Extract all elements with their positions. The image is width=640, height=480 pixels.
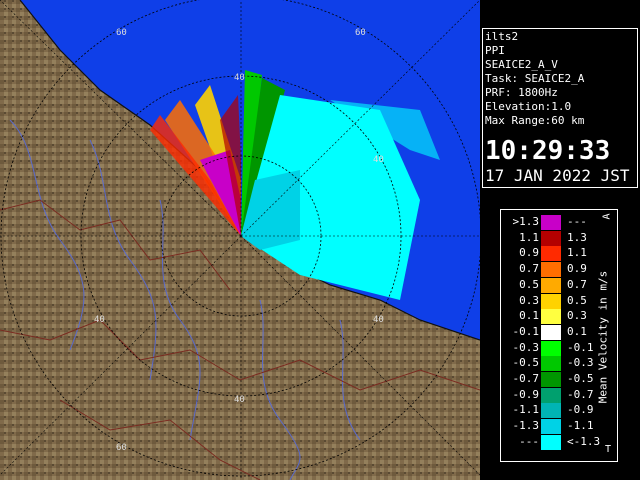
legend-color-swatch [541,434,561,450]
velocity-color-legend: A T Mean Velocity in m/s >1.3 --- 1.1 1.3 0.… [500,209,618,462]
legend-right-label: 0.7 [567,277,587,291]
range-label: 40 [234,73,245,83]
legend-left-label: 0.1 [519,309,539,323]
legend-color-swatch [541,293,561,309]
radar-ppi-display: 60 40 40 40 40 40 60 60 [0,0,480,480]
legend-left-label: -1.1 [512,403,540,417]
legend-left-label: 0.5 [519,277,539,291]
legend-color-swatch [541,277,561,293]
legend-left-label: -0.3 [512,340,540,354]
legend-left-label: --- [519,434,539,448]
legend-left-label: -0.9 [512,387,540,401]
legend-left-label: -1.3 [512,419,540,433]
legend-right-label: -0.3 [567,356,594,370]
range-label: 40 [234,395,245,405]
scan-time: 10:29:33 [485,136,611,166]
site-name: ilts2 [485,30,519,43]
legend-right-label: -0.9 [567,403,594,417]
legend-right-label: 1.3 [567,230,587,244]
legend-color-swatch [541,403,561,419]
legend-left-label: -0.5 [512,356,540,370]
legend-color-swatch [541,419,561,435]
legend-right-label: -0.1 [567,340,594,354]
legend-left-label: 0.7 [519,262,539,276]
legend-color-swatch [541,324,561,340]
legend-left-label: -0.7 [512,372,540,385]
legend-color-swatch [541,372,561,387]
legend-color-swatch [541,246,561,262]
max-range-value: Max Range:60 km [485,114,585,127]
legend-right-label: 0.1 [567,324,587,338]
range-label: 60 [116,28,127,38]
legend-right-label: <-1.3 [567,434,601,448]
elevation-value: Elevation:1.0 [485,100,572,113]
legend-unit-label: Mean Velocity in m/s [596,270,610,404]
legend-right-label: -1.1 [567,419,594,433]
legend-left-label: 0.9 [519,246,539,260]
legend-right-label: 0.5 [567,293,587,307]
legend-color-swatch [541,262,561,278]
range-label: 40 [94,315,105,325]
product-name: SEAICE2_A_V [485,58,558,71]
legend-right-label: 0.9 [567,262,587,276]
scan-info-panel: ilts2 PPI SEAICE2_A_V Task: SEAICE2_A PR… [482,28,638,188]
legend-left-label: >1.3 [512,215,540,228]
legend-right-label: -0.5 [567,372,594,385]
legend-left-label: 1.1 [519,230,539,244]
legend-right-label: -0.7 [567,387,594,401]
scan-mode: PPI [485,44,505,57]
legend-color-swatch [541,215,561,230]
range-label: 60 [355,28,366,38]
legend-right-label: 1.1 [567,246,587,260]
range-label: 60 [116,443,127,453]
task-name: Task: SEAICE2_A [485,72,585,85]
legend-top-marker: A [601,213,613,220]
legend-left-label: 0.3 [519,293,539,307]
legend-color-swatch [541,356,561,372]
range-label: 40 [373,155,384,165]
scan-date: 17 JAN 2022 JST [485,166,630,185]
legend-color-swatch [541,230,561,246]
range-label: 40 [373,315,384,325]
prf-value: PRF: 1800Hz [485,86,558,99]
legend-right-label: 0.3 [567,309,587,323]
legend-color-swatch [541,340,561,356]
legend-color-swatch [541,387,561,403]
legend-left-label: -0.1 [512,324,540,338]
legend-color-swatch [541,309,561,325]
legend-right-label: --- [567,215,587,228]
